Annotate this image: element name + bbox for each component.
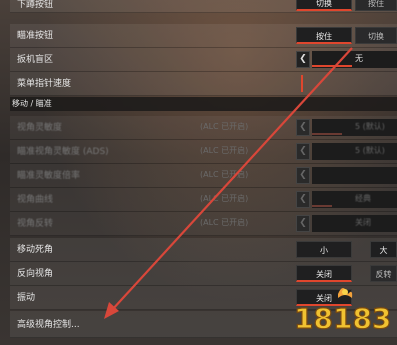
movement-deadzone-row: 移动死角 小 大 bbox=[10, 238, 397, 262]
deadzone-large-option[interactable]: 大 bbox=[370, 241, 397, 258]
row-label: 瞄准视角灵敏度 (ADS) bbox=[17, 147, 109, 157]
alc-hint: (ALC 已开启) bbox=[200, 218, 249, 227]
selector-value: 关闭 bbox=[355, 218, 371, 227]
row-label: 下蹲按钮 bbox=[17, 0, 54, 10]
row-label: 视角曲线 bbox=[17, 195, 54, 205]
row-label: 视角反转 bbox=[17, 219, 54, 229]
chevron-left-icon[interactable]: ❮ bbox=[296, 51, 310, 68]
selector-indicator bbox=[312, 133, 342, 135]
ads-sensitivity-row: 瞄准视角灵敏度 (ADS) (ALC 已开启) ❮ 5 (默认) bbox=[10, 140, 397, 164]
slider-marker[interactable] bbox=[301, 75, 303, 92]
chevron-left-icon[interactable]: ❮ bbox=[296, 215, 310, 232]
selector-indicator bbox=[312, 205, 332, 207]
menu-cursor-speed-row: 菜单指针速度 bbox=[10, 72, 397, 96]
row-label: 移动死角 bbox=[17, 245, 54, 255]
multiplier-selector[interactable] bbox=[312, 167, 397, 184]
look-sensitivity-row: 视角灵敏度 (ALC 已开启) ❮ 5 (默认) bbox=[10, 116, 397, 140]
selector-value: 经典 bbox=[355, 194, 371, 203]
row-label: 瞄准灵敏度倍率 bbox=[17, 171, 81, 181]
crouch-hold-option[interactable]: 按住 bbox=[355, 0, 397, 11]
section-title: 移动 / 瞄准 bbox=[12, 99, 52, 108]
aim-hold-option[interactable]: 按住 bbox=[296, 27, 352, 44]
advanced-look-controls-link[interactable]: 高级视角控制... bbox=[17, 317, 80, 330]
alc-hint: (ALC 已开启) bbox=[200, 194, 249, 203]
crouch-toggle-option[interactable]: 切换 bbox=[296, 0, 352, 11]
chevron-left-icon[interactable]: ❮ bbox=[296, 143, 310, 160]
trigger-deadzone-row: 扳机盲区 ❮ 无 bbox=[10, 48, 397, 72]
selector-value: 无 bbox=[355, 54, 363, 63]
logo-flame-icon bbox=[338, 288, 353, 298]
chevron-left-icon[interactable]: ❮ bbox=[296, 191, 310, 208]
alc-hint: (ALC 已开启) bbox=[200, 170, 249, 179]
selector-value: 5 (默认) bbox=[355, 146, 385, 155]
row-label: 扳机盲区 bbox=[17, 55, 54, 65]
row-label: 菜单指针速度 bbox=[17, 79, 72, 89]
invert-look-row: 视角反转 (ALC 已开启) ❮ 关闭 bbox=[10, 212, 397, 236]
site-logo: 18183 bbox=[290, 280, 397, 340]
row-label: 振动 bbox=[17, 293, 36, 303]
alc-hint: (ALC 已开启) bbox=[200, 146, 249, 155]
selector-value: 5 (默认) bbox=[355, 122, 385, 131]
logo-text: 18183 bbox=[294, 302, 391, 335]
crouch-button-row: 下蹲按钮 切换 按住 bbox=[10, 0, 397, 13]
response-curve-row: 视角曲线 (ALC 已开启) ❮ 经典 bbox=[10, 188, 397, 212]
aim-toggle-option[interactable]: 切换 bbox=[355, 27, 397, 44]
chevron-left-icon[interactable]: ❮ bbox=[296, 119, 310, 136]
selector-indicator bbox=[312, 65, 352, 67]
deadzone-small-option[interactable]: 小 bbox=[296, 241, 352, 258]
row-label: 视角灵敏度 bbox=[17, 123, 63, 133]
section-header: 移动 / 瞄准 bbox=[10, 97, 397, 111]
aim-button-row: 瞄准按钮 按住 切换 bbox=[10, 24, 397, 48]
row-label: 瞄准按钮 bbox=[17, 31, 54, 41]
aim-multiplier-row: 瞄准灵敏度倍率 (ALC 已开启) ❮ bbox=[10, 164, 397, 188]
chevron-left-icon[interactable]: ❮ bbox=[296, 167, 310, 184]
alc-hint: (ALC 已开启) bbox=[200, 122, 249, 131]
row-label: 反向视角 bbox=[17, 269, 54, 279]
